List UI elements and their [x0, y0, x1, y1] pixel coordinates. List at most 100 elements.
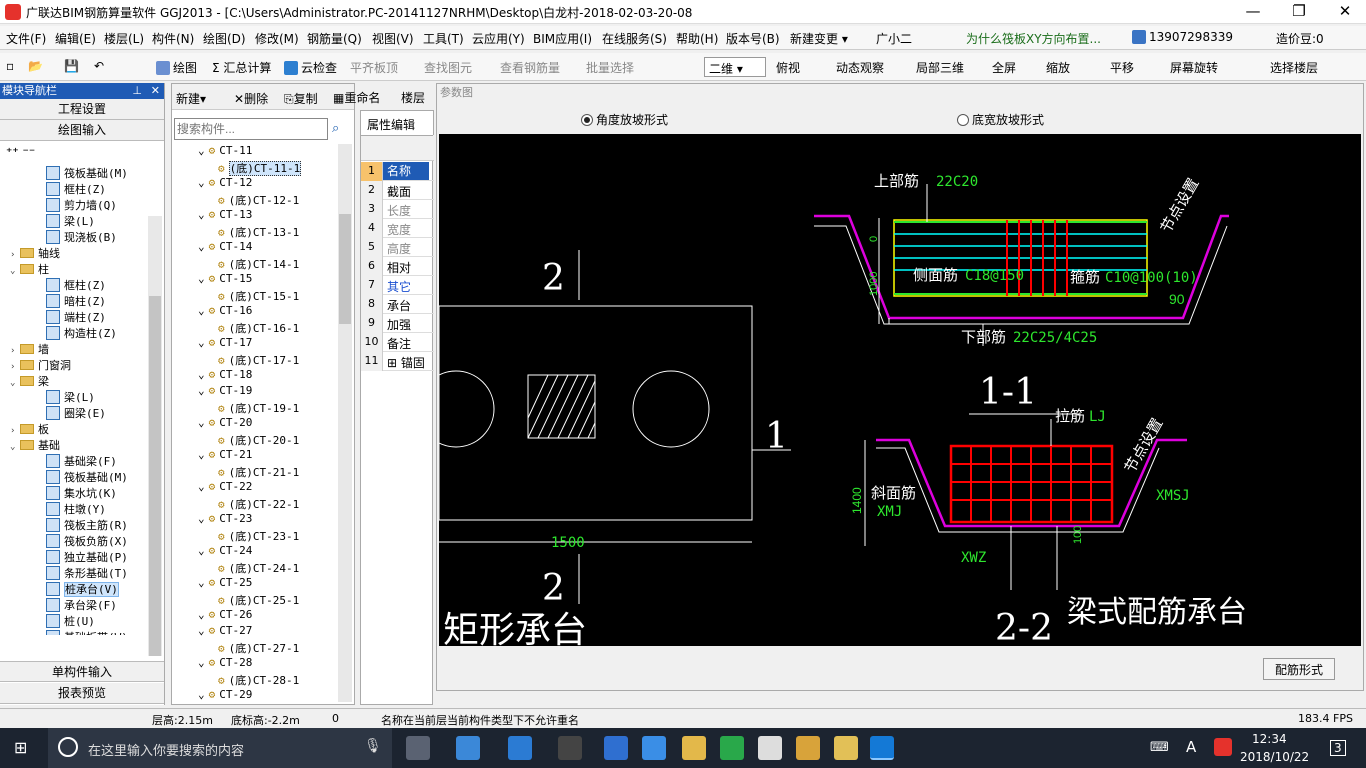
- chevron-down-icon[interactable]: ⌄: [10, 266, 20, 276]
- ime-indicator[interactable]: A: [1186, 738, 1196, 756]
- component-item[interactable]: ⚙ (底)CT-17-1: [218, 352, 299, 368]
- open-folder-icon[interactable]: 📂: [28, 59, 43, 73]
- chevron-down-icon[interactable]: ⌄: [198, 688, 205, 701]
- component-search-input[interactable]: [174, 118, 328, 140]
- microphone-icon[interactable]: 🎙: [364, 738, 382, 754]
- chevron-down-icon[interactable]: ⌄: [198, 272, 205, 285]
- nav-tree-item[interactable]: 梁(L): [46, 213, 95, 229]
- nav-tree-item[interactable]: 集水坑(K): [46, 485, 117, 501]
- find-element-button[interactable]: 查找图元: [424, 59, 472, 76]
- report-preview-button[interactable]: 报表预览: [0, 683, 164, 704]
- file-explorer-icon[interactable]: [682, 736, 706, 760]
- component-group[interactable]: ⌄ ⚙ CT-13: [198, 208, 252, 221]
- glodon-app-icon[interactable]: [870, 736, 894, 760]
- pin-icon[interactable]: ⊥: [132, 83, 142, 99]
- nav-folder[interactable]: ⌄ 梁: [10, 373, 49, 389]
- nav-tree-item[interactable]: 梁(L): [46, 389, 95, 405]
- menu-draw[interactable]: 绘图(D): [203, 30, 246, 47]
- nav-tree-item[interactable]: 桩承台(V): [46, 581, 119, 597]
- component-group[interactable]: ⌄ ⚙ CT-23: [198, 512, 252, 525]
- menu-assistant[interactable]: 广小二: [876, 30, 912, 47]
- menu-online[interactable]: 在线服务(S): [602, 30, 667, 47]
- nav-tree-item[interactable]: 桩(U): [46, 613, 95, 629]
- nav-tree-item[interactable]: 框柱(Z): [46, 181, 106, 197]
- floor-button[interactable]: 楼层: [401, 89, 425, 106]
- component-item[interactable]: ⚙ (底)CT-11-1: [218, 160, 302, 176]
- app-icon-3[interactable]: [720, 736, 744, 760]
- nav-tree-item[interactable]: 承台梁(F): [46, 597, 117, 613]
- property-row[interactable]: 3 长度: [361, 200, 434, 219]
- chevron-down-icon[interactable]: ⌄: [198, 384, 205, 397]
- chevron-down-icon[interactable]: ⌄: [198, 512, 205, 525]
- batch-select-button[interactable]: 批量选择: [586, 59, 634, 76]
- component-group[interactable]: ⌄ ⚙ CT-11: [198, 144, 252, 157]
- nav-scrollbar[interactable]: [148, 216, 162, 656]
- chevron-down-icon[interactable]: ⌄: [198, 608, 205, 621]
- property-row[interactable]: 1 名称: [361, 162, 434, 181]
- nav-tree-item[interactable]: 框柱(Z): [46, 277, 106, 293]
- chevron-down-icon[interactable]: ⌄: [198, 480, 205, 493]
- task-view-icon[interactable]: [406, 736, 430, 760]
- component-item[interactable]: ⚙ (底)CT-15-1: [218, 288, 299, 304]
- menu-component[interactable]: 构件(N): [152, 30, 194, 47]
- component-group[interactable]: ⌄ ⚙ CT-12: [198, 176, 252, 189]
- chevron-down-icon[interactable]: ⌄: [198, 304, 205, 317]
- component-group[interactable]: ⌄ ⚙ CT-18: [198, 368, 252, 381]
- chevron-down-icon[interactable]: ⌄: [10, 378, 20, 388]
- copy-component-button[interactable]: ⎘复制: [284, 90, 318, 107]
- rebar-form-button[interactable]: 配筋形式: [1263, 658, 1335, 680]
- property-row[interactable]: 5 高度: [361, 238, 434, 257]
- flat-top-button[interactable]: 平齐板顶: [350, 59, 398, 76]
- drawing-input-button[interactable]: 绘图输入: [0, 120, 164, 141]
- component-scrollbar-thumb[interactable]: [339, 214, 351, 324]
- component-item[interactable]: ⚙ (底)CT-22-1: [218, 496, 299, 512]
- chevron-down-icon[interactable]: ⌄: [198, 416, 205, 429]
- component-group[interactable]: ⌄ ⚙ CT-27: [198, 624, 252, 637]
- nav-tree-item[interactable]: 筏板主筋(R): [46, 517, 128, 533]
- component-group[interactable]: ⌄ ⚙ CT-26: [198, 608, 252, 621]
- dynamic-view-button[interactable]: 动态观察: [836, 59, 884, 76]
- nav-tree-item[interactable]: 筏板基础(M): [46, 165, 128, 181]
- restore-button[interactable]: ❐: [1276, 0, 1322, 24]
- pan-button[interactable]: 平移: [1110, 59, 1134, 76]
- component-group[interactable]: ⌄ ⚙ CT-19: [198, 384, 252, 397]
- chevron-right-icon[interactable]: ›: [10, 426, 20, 436]
- edge-icon[interactable]: [604, 736, 628, 760]
- nav-folder[interactable]: › 门窗洞: [10, 357, 71, 373]
- component-group[interactable]: ⌄ ⚙ CT-29: [198, 688, 252, 701]
- notification-badge[interactable]: 3: [1330, 740, 1346, 756]
- component-item[interactable]: ⚙ (底)CT-24-1: [218, 560, 299, 576]
- component-group[interactable]: ⌄ ⚙ CT-17: [198, 336, 252, 349]
- menu-help[interactable]: 帮助(H): [676, 30, 718, 47]
- property-row[interactable]: 8 承台: [361, 295, 434, 314]
- nav-tree-item[interactable]: 现浇板(B): [46, 229, 117, 245]
- nav-tree-item[interactable]: 筏板基础(M): [46, 469, 128, 485]
- app-icon-1[interactable]: [456, 736, 480, 760]
- mail-icon[interactable]: [758, 736, 782, 760]
- width-slope-radio[interactable]: [957, 114, 969, 126]
- chevron-down-icon[interactable]: ⌄: [10, 442, 20, 452]
- menu-bim[interactable]: BIM应用(I): [533, 30, 592, 47]
- nav-tree-item[interactable]: 柱墩(Y): [46, 501, 106, 517]
- component-group[interactable]: ⌄ ⚙ CT-25: [198, 576, 252, 589]
- nav-tree-item[interactable]: 基础梁(F): [46, 453, 117, 469]
- chevron-right-icon[interactable]: ›: [10, 250, 20, 260]
- property-row[interactable]: 9 加强: [361, 314, 434, 333]
- app-icon-2[interactable]: [558, 736, 582, 760]
- component-group[interactable]: ⌄ ⚙ CT-24: [198, 544, 252, 557]
- property-row[interactable]: 10 备注: [361, 333, 434, 352]
- component-item[interactable]: ⚙ (底)CT-25-1: [218, 592, 299, 608]
- component-group[interactable]: ⌄ ⚙ CT-16: [198, 304, 252, 317]
- cloud-check-button[interactable]: 云检查: [284, 59, 337, 76]
- width-slope-option[interactable]: 底宽放坡形式: [957, 111, 1044, 128]
- nav-tree-item[interactable]: 独立基础(P): [46, 549, 128, 565]
- chevron-down-icon[interactable]: ⌄: [198, 240, 205, 253]
- close-button[interactable]: ✕: [1322, 0, 1366, 24]
- chevron-right-icon[interactable]: ›: [10, 362, 20, 372]
- expand-all-icon[interactable]: ⁺⁺: [6, 145, 19, 159]
- nav-tree-item[interactable]: 暗柱(Z): [46, 293, 106, 309]
- menu-new-change[interactable]: 新建变更 ▾: [790, 30, 848, 47]
- nav-tree-item[interactable]: 端柱(Z): [46, 309, 106, 325]
- chevron-down-icon[interactable]: ⌄: [198, 656, 205, 669]
- component-item[interactable]: ⚙ (底)CT-23-1: [218, 528, 299, 544]
